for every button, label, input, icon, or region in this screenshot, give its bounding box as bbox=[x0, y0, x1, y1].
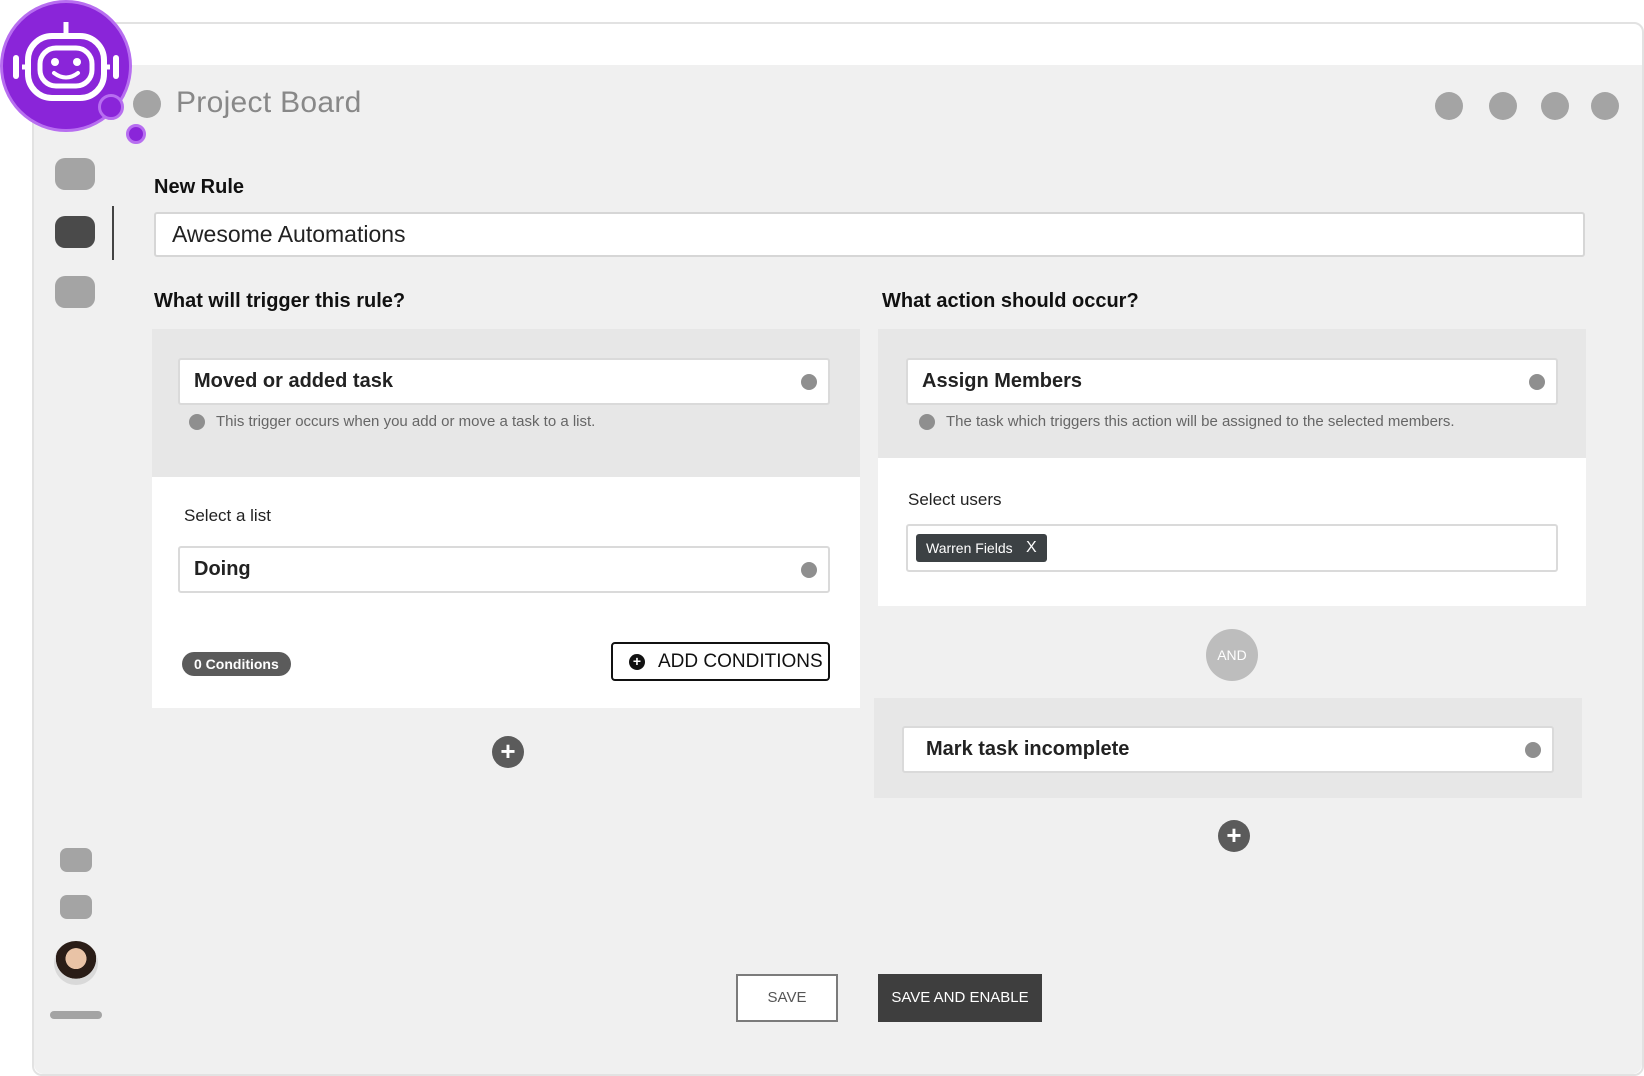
save-and-enable-button[interactable]: SAVE AND ENABLE bbox=[878, 974, 1042, 1022]
add-conditions-label: ADD CONDITIONS bbox=[658, 651, 823, 672]
select-list-label: Select a list bbox=[184, 506, 271, 525]
sidebar-item-1[interactable] bbox=[55, 158, 95, 190]
and-connector: AND bbox=[1206, 629, 1258, 681]
board-icon bbox=[133, 90, 161, 118]
bot-bubble-dot bbox=[98, 94, 124, 120]
info-icon bbox=[919, 414, 935, 430]
action-type-value: Assign Members bbox=[922, 370, 1083, 392]
trigger-type-select[interactable]: Moved or added task bbox=[178, 358, 830, 405]
second-action-value: Mark task incomplete bbox=[926, 738, 1130, 760]
new-rule-label: New Rule bbox=[154, 176, 245, 198]
action-hint: The task which triggers this action will… bbox=[946, 413, 1455, 430]
sidebar-active-indicator bbox=[112, 206, 114, 260]
sidebar-item-3[interactable] bbox=[55, 276, 95, 308]
rule-name-input[interactable]: Awesome Automations bbox=[154, 212, 1585, 257]
avatar[interactable] bbox=[54, 941, 98, 985]
dropdown-icon bbox=[801, 374, 817, 390]
info-icon bbox=[189, 414, 205, 430]
sidebar-bottom-item-2[interactable] bbox=[60, 895, 92, 919]
add-action-plus-icon[interactable]: + bbox=[1218, 820, 1250, 852]
select-users-label: Select users bbox=[908, 490, 1002, 509]
trigger-hint: This trigger occurs when you add or move… bbox=[216, 413, 596, 430]
sidebar-item-2-active[interactable] bbox=[55, 216, 95, 248]
list-select-value: Doing bbox=[194, 558, 251, 580]
add-trigger-plus-icon[interactable]: + bbox=[492, 736, 524, 768]
add-conditions-button[interactable]: + ADD CONDITIONS bbox=[611, 642, 830, 681]
window-top-bar bbox=[34, 24, 1642, 65]
trigger-heading: What will trigger this rule? bbox=[154, 290, 406, 312]
user-chip: Warren Fields X bbox=[916, 534, 1047, 562]
header-action-icon-2[interactable] bbox=[1489, 92, 1517, 120]
users-tag-input[interactable]: Warren Fields X bbox=[906, 524, 1558, 572]
header-action-icon-3[interactable] bbox=[1541, 92, 1569, 120]
action-heading: What action should occur? bbox=[882, 290, 1139, 312]
dropdown-icon bbox=[801, 562, 817, 578]
header-action-icon-1[interactable] bbox=[1435, 92, 1463, 120]
user-chip-label: Warren Fields bbox=[926, 540, 1013, 556]
plus-circle-icon: + bbox=[629, 654, 645, 670]
second-action-select[interactable]: Mark task incomplete bbox=[902, 726, 1554, 773]
trigger-type-value: Moved or added task bbox=[194, 370, 393, 392]
save-button[interactable]: SAVE bbox=[736, 974, 838, 1022]
action-type-select[interactable]: Assign Members bbox=[906, 358, 1558, 405]
page-title: Project Board bbox=[176, 86, 362, 119]
chip-remove-icon[interactable]: X bbox=[1026, 534, 1037, 562]
header-action-icon-4[interactable] bbox=[1591, 92, 1619, 120]
dropdown-icon bbox=[1529, 374, 1545, 390]
conditions-count-badge: 0 Conditions bbox=[182, 652, 291, 676]
list-select[interactable]: Doing bbox=[178, 546, 830, 593]
sidebar-bottom-item-1[interactable] bbox=[60, 848, 92, 872]
bot-bubble-dot bbox=[126, 124, 146, 144]
dropdown-icon bbox=[1525, 742, 1541, 758]
sidebar-handle[interactable] bbox=[50, 1011, 102, 1019]
